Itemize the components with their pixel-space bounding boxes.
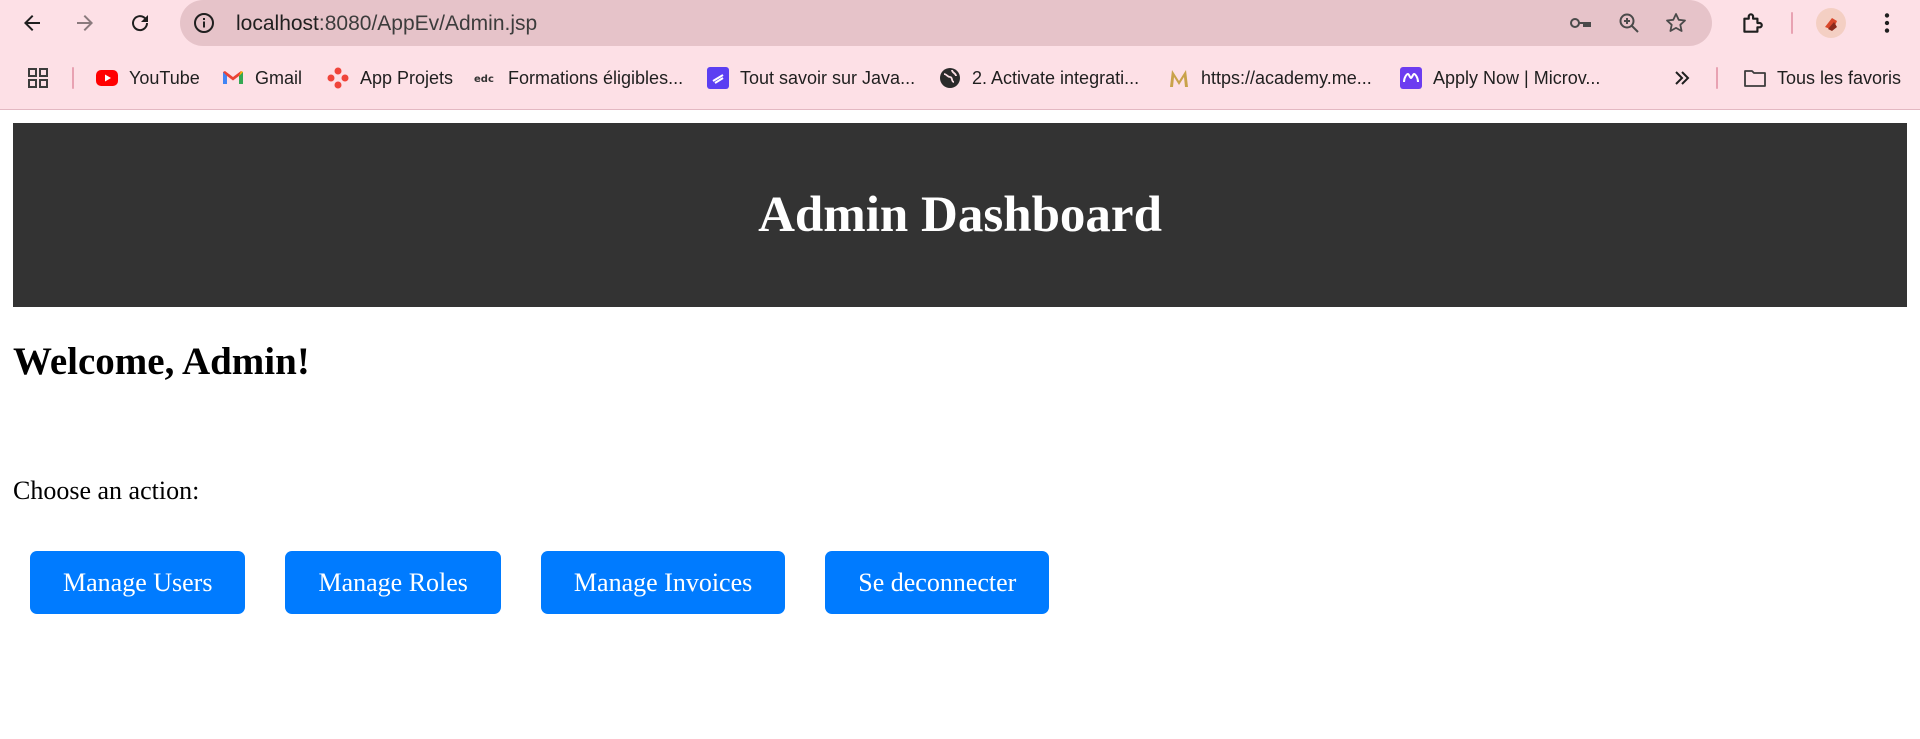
microverse-icon xyxy=(1399,66,1423,90)
bookmark-label: Gmail xyxy=(255,67,303,88)
apps-button[interactable] xyxy=(26,60,60,96)
back-button[interactable] xyxy=(14,5,50,41)
action-prompt: Choose an action: xyxy=(13,476,200,505)
zoom-in-icon xyxy=(1619,13,1639,33)
reload-icon xyxy=(132,15,149,32)
action-buttons: Manage Users Manage Roles Manage Invoice… xyxy=(30,551,1050,614)
bookmark-label: Tout savoir sur Java... xyxy=(740,67,916,88)
bookmark-label: Apply Now | Microv... xyxy=(1433,67,1601,88)
page-title: Admin Dashboard xyxy=(758,187,1162,243)
url-path: :8080/AppEv/Admin.jsp xyxy=(318,12,538,35)
svg-text:edc: edc xyxy=(474,74,494,85)
manage-roles-button[interactable]: Manage Roles xyxy=(285,551,501,614)
bookmark-favicon-icon xyxy=(706,66,730,90)
back-arrow-icon xyxy=(24,15,40,31)
logout-button[interactable]: Se deconnecter xyxy=(825,551,1050,614)
puzzle-icon xyxy=(1743,13,1763,33)
toolbar-divider xyxy=(1791,12,1793,34)
youtube-icon xyxy=(95,66,119,90)
more-bookmarks-button[interactable] xyxy=(1670,60,1704,96)
avatar-icon xyxy=(1825,18,1837,31)
key-icon xyxy=(1570,18,1591,28)
browser-menu-button[interactable] xyxy=(1873,9,1901,37)
password-key-button[interactable] xyxy=(1566,9,1594,37)
manage-users-button[interactable]: Manage Users xyxy=(30,551,246,614)
forward-button[interactable] xyxy=(67,5,103,41)
all-bookmarks-label: Tous les favoris xyxy=(1777,67,1902,88)
gmail-icon xyxy=(221,66,245,90)
profile-avatar[interactable] xyxy=(1816,8,1846,38)
edc-icon: edc xyxy=(474,66,498,90)
extensions-button[interactable] xyxy=(1738,9,1766,37)
star-icon xyxy=(1666,13,1686,32)
bookmark-java[interactable]: Tout savoir sur Java... xyxy=(706,60,915,96)
folder-icon xyxy=(1743,66,1767,90)
kebab-menu-icon xyxy=(1884,13,1890,33)
zoom-button[interactable] xyxy=(1615,9,1643,37)
browser-toolbar: localhost:8080/AppEv/Admin.jsp xyxy=(0,0,1920,46)
academy-m-icon xyxy=(1167,66,1191,90)
app-projets-icon xyxy=(326,66,350,90)
url-host: localhost xyxy=(236,12,319,35)
bookmarks-divider xyxy=(1716,67,1718,89)
bookmark-microverse[interactable]: Apply Now | Microv... xyxy=(1399,60,1600,96)
bookmark-star-button[interactable] xyxy=(1662,9,1690,37)
bookmark-label: Formations éligibles... xyxy=(508,67,684,88)
bookmark-label: YouTube xyxy=(129,67,200,88)
browser-chrome: localhost:8080/AppEv/Admin.jsp YouTube G… xyxy=(0,0,1920,110)
bookmark-label: App Projets xyxy=(360,67,454,88)
bookmark-gmail[interactable]: Gmail xyxy=(221,60,302,96)
url-text[interactable]: localhost:8080/AppEv/Admin.jsp xyxy=(236,12,537,36)
bookmark-youtube[interactable]: YouTube xyxy=(95,60,200,96)
globe-icon xyxy=(938,66,962,90)
dashboard-header: Admin Dashboard xyxy=(13,123,1907,307)
bookmark-academy[interactable]: https://academy.me... xyxy=(1167,60,1372,96)
forward-arrow-icon xyxy=(77,15,93,31)
bookmark-formations[interactable]: edc Formations éligibles... xyxy=(474,60,683,96)
bookmark-activate[interactable]: 2. Activate integrati... xyxy=(938,60,1139,96)
all-bookmarks-folder[interactable]: Tous les favoris xyxy=(1743,60,1901,96)
bookmark-label: https://academy.me... xyxy=(1201,67,1372,88)
bookmarks-bar: YouTube Gmail App Projets edc Formations… xyxy=(0,58,1920,98)
reload-button[interactable] xyxy=(122,5,158,41)
bookmark-app-projets[interactable]: App Projets xyxy=(326,60,453,96)
chevron-double-right-icon xyxy=(1670,66,1694,90)
welcome-heading: Welcome, Admin! xyxy=(13,340,310,383)
site-info-icon[interactable] xyxy=(192,11,216,35)
apps-grid-icon xyxy=(26,66,50,90)
bookmark-label: 2. Activate integrati... xyxy=(972,67,1140,88)
address-bar[interactable]: localhost:8080/AppEv/Admin.jsp xyxy=(180,0,1712,46)
bookmarks-divider xyxy=(72,67,74,89)
manage-invoices-button[interactable]: Manage Invoices xyxy=(540,551,786,614)
